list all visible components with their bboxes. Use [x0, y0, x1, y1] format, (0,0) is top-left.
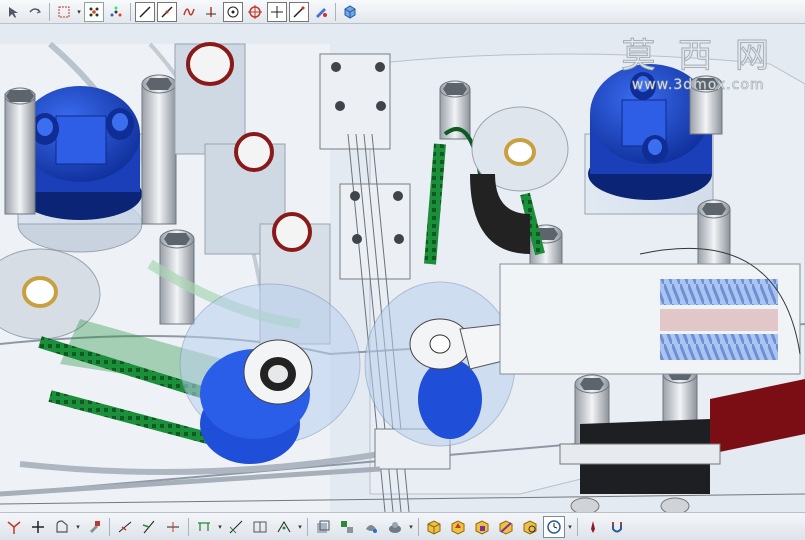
cube-add-icon[interactable] [423, 516, 445, 538]
line-icon[interactable] [135, 1, 155, 22]
toolbar-separator [188, 517, 189, 536]
cube-cut-icon[interactable] [495, 516, 517, 538]
material-icon[interactable] [384, 516, 406, 538]
align-icon[interactable] [225, 516, 247, 538]
pen-icon[interactable] [582, 516, 604, 538]
toolbar-separator [577, 517, 578, 536]
crosshair-icon[interactable] [267, 1, 287, 22]
trim-icon[interactable] [162, 516, 184, 538]
snap-points-icon[interactable] [84, 1, 104, 22]
chevron-down-icon[interactable]: ▾ [74, 523, 82, 531]
assembly-model-view [0, 24, 805, 512]
paint-icon[interactable] [360, 516, 382, 538]
watermark-chinese-text: 莫 西 网 [621, 36, 775, 77]
bevel-icon[interactable] [138, 516, 160, 538]
select-arrow-icon[interactable] [3, 2, 23, 22]
circle-target-icon[interactable] [245, 2, 265, 22]
toolbar-separator [418, 517, 419, 536]
top-toolbar: ▾ [0, 0, 805, 24]
plus-icon[interactable] [27, 516, 49, 538]
curve-icon[interactable] [179, 2, 199, 22]
magnet-icon[interactable] [606, 516, 628, 538]
3d-viewport[interactable]: 莫 西 网 www.3dmox.com [0, 24, 805, 512]
group-icon[interactable] [336, 516, 358, 538]
tool-icon[interactable] [83, 516, 105, 538]
table-icon[interactable] [249, 516, 271, 538]
chevron-down-icon[interactable]: ▾ [566, 523, 574, 531]
constraint-icon[interactable] [114, 516, 136, 538]
box-3d-icon[interactable] [340, 2, 360, 22]
shade-icon[interactable] [311, 2, 331, 22]
toolbar-separator [130, 2, 131, 21]
pointer-icon[interactable] [25, 2, 45, 22]
chevron-down-icon[interactable]: ▾ [216, 523, 224, 531]
toolbar-separator [49, 2, 50, 21]
toolbar-separator [335, 2, 336, 21]
layer-icon[interactable] [312, 516, 334, 538]
clock-icon[interactable] [543, 515, 565, 538]
cube-move-icon[interactable] [471, 516, 493, 538]
shape-icon[interactable] [51, 516, 73, 538]
axis-icon[interactable] [201, 2, 221, 22]
pencil-icon[interactable] [289, 1, 309, 22]
toolbar-separator [109, 517, 110, 536]
circle-center-icon[interactable] [223, 1, 243, 22]
bottom-toolbar: ▾ ▾ ▾ ▾ ▾ [0, 512, 805, 540]
chevron-down-icon[interactable]: ▾ [296, 523, 304, 531]
watermark-url-text: www.3dmox.com [631, 77, 765, 94]
selection-box-icon[interactable] [54, 2, 74, 22]
toolbar-separator [307, 517, 308, 536]
split-icon[interactable] [273, 516, 295, 538]
snap-grid-icon[interactable] [106, 2, 126, 22]
diagonal-line-icon[interactable] [157, 1, 177, 22]
chevron-down-icon[interactable]: ▾ [407, 523, 415, 531]
cube-view-icon[interactable] [519, 516, 541, 538]
axis-triad-icon[interactable] [3, 516, 25, 538]
watermark: 莫 西 网 www.3dmox.com [621, 28, 775, 94]
measure-icon[interactable] [193, 516, 215, 538]
chevron-down-icon[interactable]: ▾ [75, 8, 83, 16]
cube-edit-icon[interactable] [447, 516, 469, 538]
